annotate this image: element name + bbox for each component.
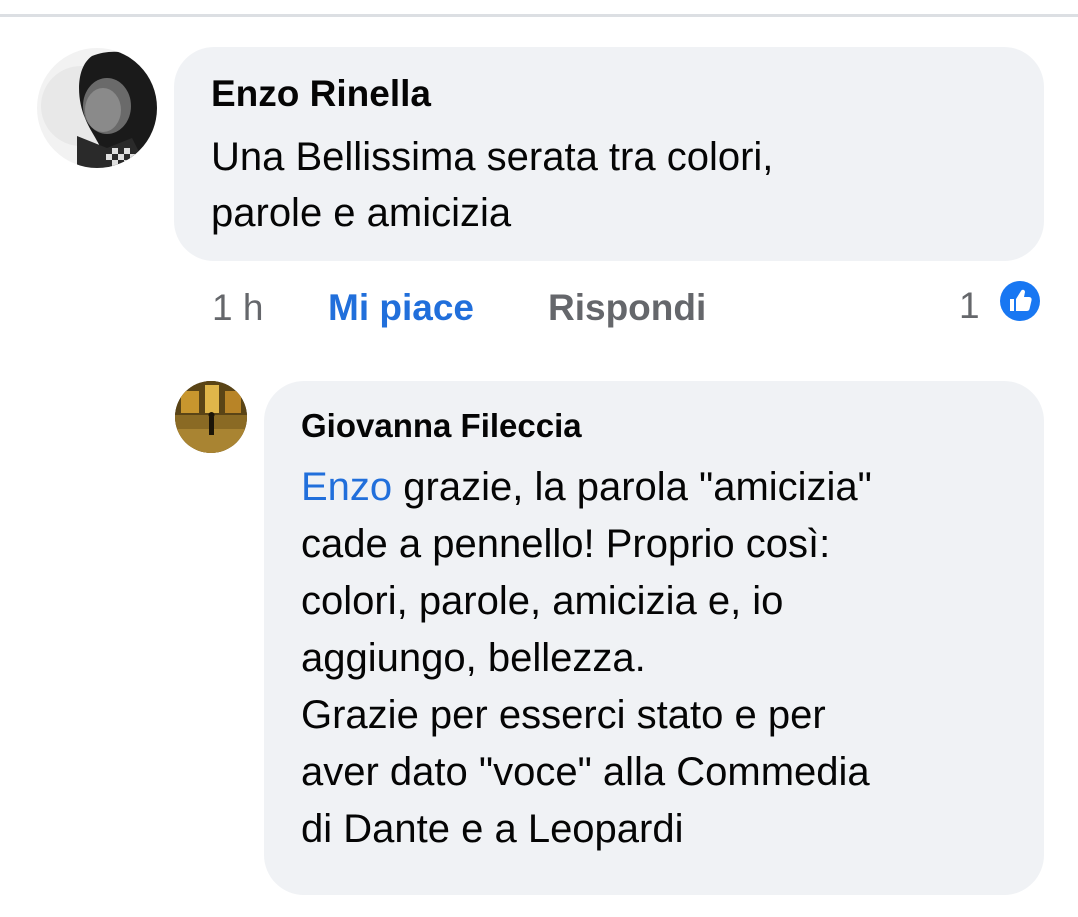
comment-line: Una Bellissima serata tra colori,: [211, 135, 774, 179]
reply-bubble: Giovanna Fileccia Enzo grazie, la parola…: [264, 381, 1044, 895]
comment-author[interactable]: Giovanna Fileccia: [301, 407, 582, 445]
comment-line: di Dante e a Leopardi: [301, 807, 684, 851]
like-button[interactable]: Mi piace: [328, 289, 474, 326]
comment-thread: Enzo Rinella Una Bellissima serata tra c…: [0, 0, 1078, 917]
comment-line: Grazie per esserci stato e per: [301, 693, 826, 737]
comment-line: Enzo grazie, la parola "amicizia": [301, 459, 872, 516]
divider: [0, 14, 1078, 17]
comment-line: aggiungo, bellezza.: [301, 636, 646, 680]
comment-bubble: Enzo Rinella Una Bellissima serata tra c…: [174, 47, 1044, 261]
reply-button[interactable]: Rispondi: [548, 289, 706, 326]
comment-author[interactable]: Enzo Rinella: [211, 73, 431, 115]
reaction-count[interactable]: 1: [959, 287, 980, 324]
comment-line: colori, parole, amicizia e, io: [301, 579, 784, 623]
comment-line: parole e amicizia: [211, 191, 512, 235]
avatar[interactable]: [175, 381, 247, 453]
comment-line: aver dato "voce" alla Commedia: [301, 750, 870, 794]
thumbs-up-icon[interactable]: [996, 277, 1044, 325]
comment-text: grazie, la parola "amicizia": [392, 465, 872, 509]
avatar[interactable]: [37, 48, 157, 168]
comment-body: Una Bellissima serata tra colori, parole…: [211, 129, 773, 241]
comment-time[interactable]: 1 h: [212, 289, 263, 326]
comment-line: cade a pennello! Proprio così:: [301, 522, 831, 566]
comment-body: Enzo grazie, la parola "amicizia" cade a…: [301, 459, 872, 858]
mention-link[interactable]: Enzo: [301, 465, 392, 509]
